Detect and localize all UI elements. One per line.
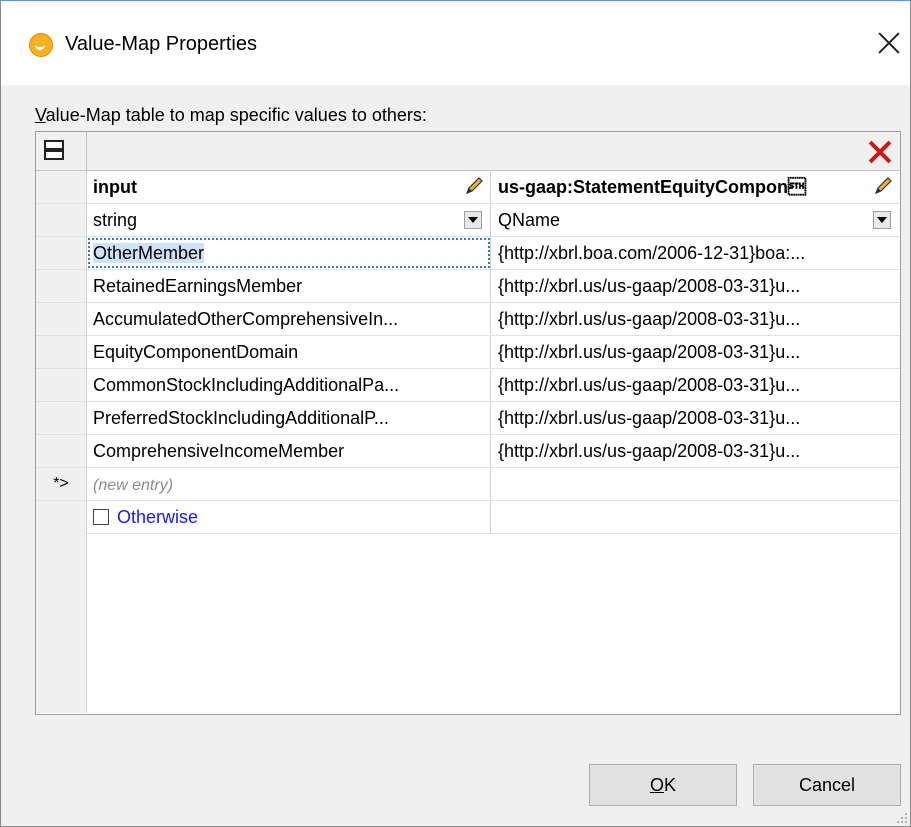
row-header[interactable] bbox=[36, 303, 87, 335]
row-header bbox=[36, 171, 87, 203]
input-cell[interactable]: EquityComponentDomain bbox=[87, 336, 491, 368]
row-header[interactable] bbox=[36, 336, 87, 368]
row-header[interactable] bbox=[36, 369, 87, 401]
output-type-select[interactable]: QName bbox=[492, 204, 899, 236]
input-cell[interactable]: RetainedEarningsMember bbox=[87, 270, 491, 302]
new-entry-cell[interactable]: (new entry) bbox=[87, 468, 491, 500]
new-entry-row[interactable]: *> (new entry) bbox=[36, 468, 900, 501]
cancel-button[interactable]: Cancel bbox=[753, 764, 901, 806]
ok-button[interactable]: OK bbox=[589, 764, 737, 806]
otherwise-label[interactable]: Otherwise bbox=[117, 507, 198, 527]
dialog-body: Value-Map table to map specific values t… bbox=[1, 85, 910, 826]
input-cell[interactable]: OtherMember bbox=[87, 237, 491, 269]
output-cell[interactable]: {http://xbrl.us/us-gaap/2008-03-31}u... bbox=[492, 336, 899, 368]
cell-text: {http://xbrl.us/us-gaap/2008-03-31}u... bbox=[498, 309, 801, 329]
output-column-header[interactable]: us-gaap:StatementEquityCompon bbox=[492, 171, 899, 203]
chevron-down-icon[interactable] bbox=[464, 211, 482, 229]
cell-text: RetainedEarningsMember bbox=[93, 276, 303, 296]
description-text: alue-Map table to map specific values to… bbox=[45, 105, 427, 125]
row-header[interactable] bbox=[36, 435, 87, 467]
insert-row-icon[interactable] bbox=[42, 138, 64, 164]
cell-text: AccumulatedOtherComprehensiveIn... bbox=[93, 309, 399, 329]
table-row[interactable]: RetainedEarningsMember {http://xbrl.us/u… bbox=[36, 270, 900, 303]
row-header[interactable] bbox=[36, 402, 87, 434]
chevron-down-icon[interactable] bbox=[873, 211, 891, 229]
new-entry-placeholder: (new entry) bbox=[93, 477, 174, 494]
table-row[interactable]: OtherMember {http://xbrl.boa.com/2006-12… bbox=[36, 237, 900, 270]
description-mnemonic: V bbox=[35, 105, 46, 125]
new-entry-marker: *> bbox=[36, 468, 87, 500]
cell-text: {http://xbrl.us/us-gaap/2008-03-31}u... bbox=[498, 342, 801, 362]
cell-text: OtherMember bbox=[93, 243, 205, 263]
input-type-value: string bbox=[93, 210, 138, 230]
table-toolbar bbox=[36, 132, 900, 171]
row-header-filler bbox=[36, 523, 87, 713]
input-cell[interactable]: CommonStockIncludingAdditionalPa... bbox=[87, 369, 491, 401]
table-row[interactable]: ComprehensiveIncomeMember {http://xbrl.u… bbox=[36, 435, 900, 468]
toolbar-separator bbox=[86, 132, 87, 170]
row-header bbox=[36, 204, 87, 236]
close-icon[interactable] bbox=[877, 29, 901, 53]
delete-row-icon[interactable] bbox=[868, 138, 892, 164]
output-cell[interactable]: {http://xbrl.boa.com/2006-12-31}boa:... bbox=[492, 237, 899, 269]
output-cell[interactable]: {http://xbrl.us/us-gaap/2008-03-31}u... bbox=[492, 369, 899, 401]
cell-text: EquityComponentDomain bbox=[93, 342, 299, 362]
column-header-row: input us-gaap:StatementEquityCompon bbox=[36, 171, 900, 204]
input-cell[interactable]: PreferredStockIncludingAdditionalP... bbox=[87, 402, 491, 434]
description-label: Value-Map table to map specific values t… bbox=[35, 105, 427, 126]
ok-mnemonic: O bbox=[649, 775, 664, 795]
output-cell[interactable]: {http://xbrl.us/us-gaap/2008-03-31}u... bbox=[492, 435, 899, 467]
value-map-table[interactable]: input us-gaap:StatementEquityCompon bbox=[35, 131, 901, 715]
output-cell[interactable]: {http://xbrl.us/us-gaap/2008-03-31}u... bbox=[492, 270, 899, 302]
value-map-properties-dialog: Value-Map Properties Value-Map table to … bbox=[0, 0, 911, 827]
ok-label: K bbox=[664, 775, 677, 795]
cell-text: {http://xbrl.us/us-gaap/2008-03-31}u... bbox=[498, 276, 801, 296]
title-bar: Value-Map Properties bbox=[1, 1, 910, 85]
input-column-header[interactable]: input bbox=[87, 171, 491, 203]
otherwise-cell[interactable]: Otherwise bbox=[87, 501, 491, 533]
otherwise-row: Otherwise bbox=[36, 501, 900, 534]
cell-text: {http://xbrl.us/us-gaap/2008-03-31}u... bbox=[498, 441, 801, 461]
table-row[interactable]: AccumulatedOtherComprehensiveIn... {http… bbox=[36, 303, 900, 336]
output-cell[interactable]: {http://xbrl.us/us-gaap/2008-03-31}u... bbox=[492, 303, 899, 335]
type-row: string QName bbox=[36, 204, 900, 237]
table-row[interactable]: CommonStockIncludingAdditionalPa... {htt… bbox=[36, 369, 900, 402]
otherwise-output-cell[interactable] bbox=[492, 501, 899, 533]
app-icon bbox=[29, 33, 53, 57]
edit-pencil-icon[interactable] bbox=[873, 176, 893, 196]
table-row[interactable]: EquityComponentDomain {http://xbrl.us/us… bbox=[36, 336, 900, 369]
cell-text: ComprehensiveIncomeMember bbox=[93, 441, 345, 461]
input-cell[interactable]: AccumulatedOtherComprehensiveIn... bbox=[87, 303, 491, 335]
output-header-label: us-gaap:StatementEquityCompon bbox=[498, 177, 807, 197]
cell-text: CommonStockIncludingAdditionalPa... bbox=[93, 375, 400, 395]
input-type-select[interactable]: string bbox=[87, 204, 491, 236]
window-title: Value-Map Properties bbox=[65, 33, 257, 55]
input-cell[interactable]: ComprehensiveIncomeMember bbox=[87, 435, 491, 467]
output-type-value: QName bbox=[498, 210, 561, 230]
cell-text: {http://xbrl.us/us-gaap/2008-03-31}u... bbox=[498, 408, 801, 428]
edit-pencil-icon[interactable] bbox=[464, 176, 484, 196]
resize-grip-icon[interactable] bbox=[894, 810, 908, 824]
new-entry-output-cell[interactable] bbox=[492, 468, 899, 500]
input-header-label: input bbox=[93, 177, 137, 197]
row-header[interactable] bbox=[36, 237, 87, 269]
row-header[interactable] bbox=[36, 270, 87, 302]
output-cell[interactable]: {http://xbrl.us/us-gaap/2008-03-31}u... bbox=[492, 402, 899, 434]
cell-text: {http://xbrl.us/us-gaap/2008-03-31}u... bbox=[498, 375, 801, 395]
cell-text: {http://xbrl.boa.com/2006-12-31}boa:... bbox=[498, 243, 806, 263]
otherwise-checkbox[interactable] bbox=[93, 509, 109, 525]
cell-text: PreferredStockIncludingAdditionalP... bbox=[93, 408, 389, 428]
table-row[interactable]: PreferredStockIncludingAdditionalP... {h… bbox=[36, 402, 900, 435]
